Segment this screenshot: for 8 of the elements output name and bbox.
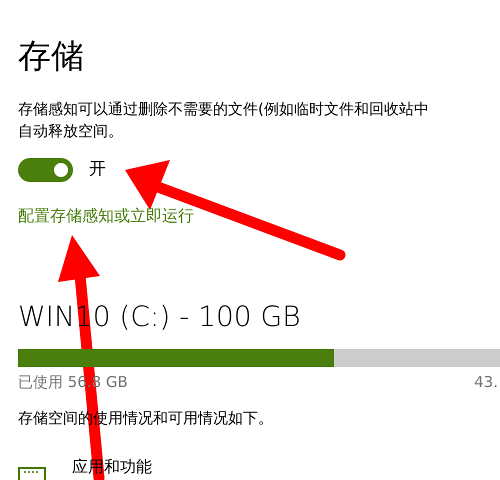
free-label: 43. xyxy=(474,372,498,392)
description-line: 存储感知可以通过删除不需要的文件(例如临时文件和回收站中 xyxy=(18,99,429,120)
page-title: 存储 xyxy=(18,35,84,77)
toggle-label: 开 xyxy=(89,158,106,181)
description-line: 自动释放空间。 xyxy=(18,121,123,142)
toggle-switch[interactable] xyxy=(18,158,73,182)
apps-icon xyxy=(18,467,46,480)
configure-link[interactable]: 配置存储感知或立即运行 xyxy=(18,204,194,226)
